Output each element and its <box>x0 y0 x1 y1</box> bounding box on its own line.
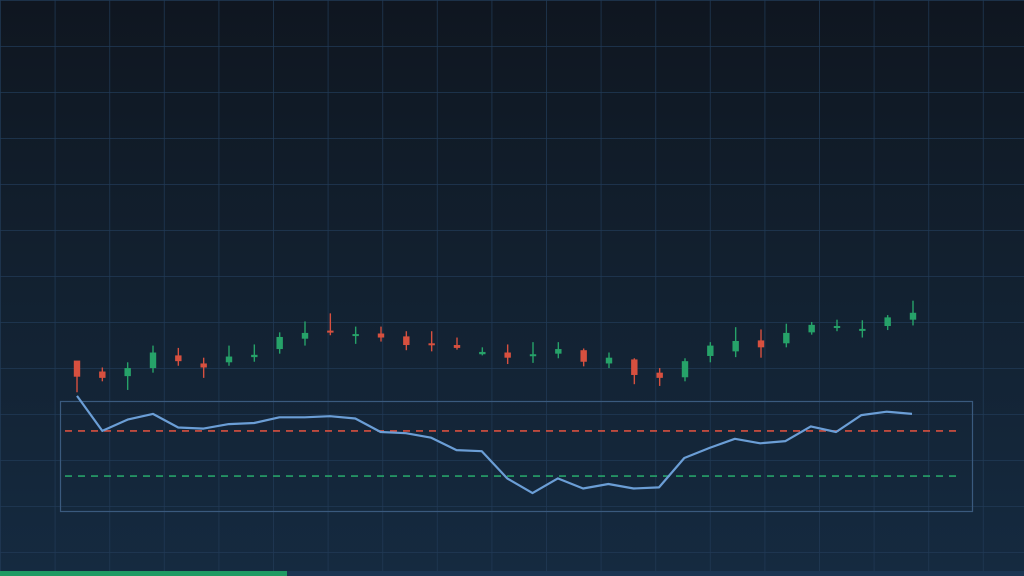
candle <box>251 344 258 362</box>
candle <box>631 358 638 385</box>
candle-body <box>529 354 537 357</box>
candle <box>605 352 613 369</box>
candle-body <box>504 352 511 358</box>
candle <box>403 331 410 351</box>
grid-layer <box>0 0 1024 576</box>
candle <box>580 348 587 367</box>
candle-body <box>707 345 714 356</box>
candle <box>225 345 233 366</box>
candle-body <box>909 312 917 320</box>
candle <box>479 347 486 356</box>
candle <box>124 362 131 390</box>
candle-body <box>808 324 815 333</box>
candle-body <box>732 340 739 352</box>
candle <box>783 323 790 348</box>
candle-body <box>149 352 157 369</box>
candle-body <box>301 332 309 339</box>
candle <box>529 342 537 363</box>
candle-body <box>605 357 613 364</box>
candle <box>555 342 562 359</box>
candle-body <box>225 356 233 363</box>
candle-body <box>757 340 765 348</box>
candle-body <box>327 330 334 333</box>
candle <box>808 321 815 335</box>
candle <box>200 357 207 378</box>
candle-body <box>124 368 131 377</box>
chart-screen <box>0 0 1024 576</box>
candle <box>909 300 917 326</box>
candle <box>656 368 663 386</box>
candle-body <box>884 317 891 327</box>
candle <box>377 326 385 342</box>
candle-body <box>428 343 435 346</box>
candle-body <box>656 372 663 378</box>
candle-body <box>175 355 182 362</box>
oscillator-panel <box>59 395 974 513</box>
candle-body <box>681 361 689 378</box>
candle <box>301 321 309 346</box>
candle-body <box>377 333 385 338</box>
candle-body <box>555 349 562 354</box>
oscillator-line <box>76 395 913 495</box>
candle-body <box>73 360 81 377</box>
candle-body <box>631 359 638 375</box>
candle <box>681 358 689 382</box>
candle-body <box>99 371 106 378</box>
candle-body <box>783 332 790 344</box>
candle-body <box>200 363 207 368</box>
candle-body <box>479 351 486 355</box>
candle <box>73 360 81 393</box>
candle-body <box>859 328 866 331</box>
candlestick-series <box>73 300 917 393</box>
progress-bar <box>0 571 1024 576</box>
candle <box>732 327 739 358</box>
candle-body <box>276 336 283 350</box>
candle <box>175 347 182 366</box>
candle <box>504 344 511 365</box>
progress-bar-fill <box>0 571 287 576</box>
candle <box>352 326 359 344</box>
candle <box>453 337 461 350</box>
candle-body <box>352 334 359 337</box>
candle <box>757 329 765 358</box>
candle <box>428 331 435 352</box>
candle <box>99 367 106 382</box>
candle <box>833 319 841 332</box>
chart-canvas <box>0 0 1024 576</box>
candle-body <box>251 354 258 358</box>
candle-body <box>403 336 410 346</box>
oscillator-frame <box>59 400 974 513</box>
candle-body <box>580 350 587 362</box>
candle-body <box>453 345 461 348</box>
candle <box>707 342 714 363</box>
candle <box>276 332 283 354</box>
candle <box>884 315 891 331</box>
candle-body <box>833 326 841 329</box>
